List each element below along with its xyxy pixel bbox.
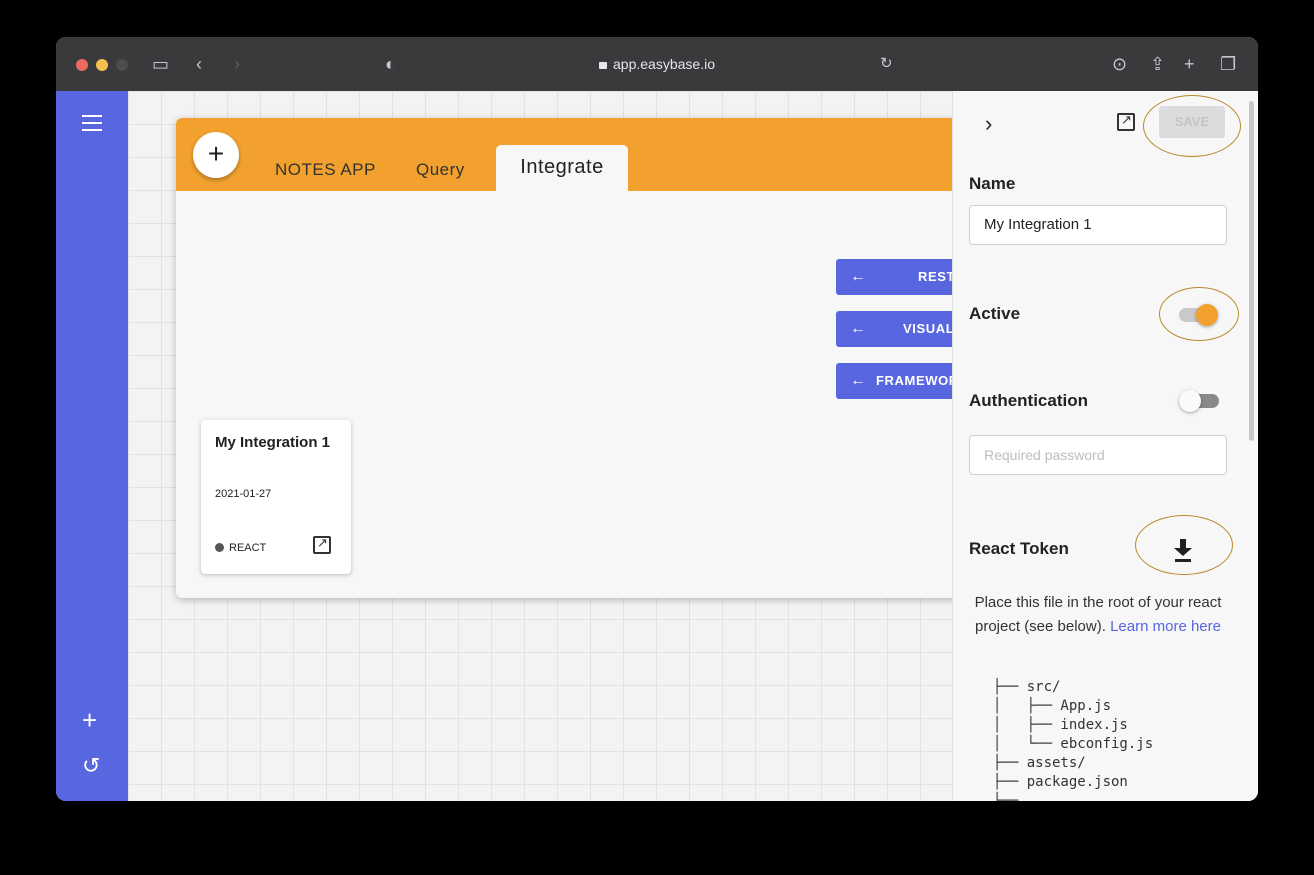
tab-query[interactable]: Query	[416, 160, 465, 180]
browser-titlebar: ▭ ‹ › ◐ app.easybase.io ↻ ⊙ ⇪ + ❐	[56, 37, 1258, 91]
arrow-left-icon: ←	[850, 372, 867, 389]
name-label: Name	[969, 174, 1016, 193]
add-button[interactable]: +	[193, 132, 239, 178]
collapse-panel-icon[interactable]: ›	[985, 111, 992, 137]
project-header: + NOTES APP Query Integrate	[176, 118, 1006, 191]
active-highlight	[1159, 287, 1239, 341]
file-tree: ├── src/│ ├── App.js │ ├── index.js │ └── …	[993, 679, 1154, 801]
authentication-toggle[interactable]	[1179, 390, 1219, 412]
token-description: Place this file in the root of your reac…	[974, 594, 1222, 635]
undo-icon[interactable]: ↺	[82, 753, 100, 779]
download-icon[interactable]: ⊙	[1112, 53, 1127, 75]
integration-card[interactable]: My Integration 1 2021-01-27 REACT	[201, 420, 351, 574]
new-tab-icon[interactable]: +	[1184, 53, 1195, 75]
authentication-label: Authentication	[969, 391, 1088, 410]
active-label: Active	[969, 304, 1021, 323]
password-input[interactable]: Required password	[969, 435, 1227, 475]
tab-notes-app[interactable]: NOTES APP	[275, 160, 376, 180]
project-card: + NOTES APP Query Integrate ← REST ← VIS…	[176, 118, 1006, 598]
name-input[interactable]: My Integration 1	[969, 205, 1227, 245]
panel-scrollbar[interactable]	[1249, 101, 1254, 441]
reload-icon[interactable]: ↻	[880, 53, 893, 75]
integration-panel: › SAVE Name My Integration 1 Active Auth…	[952, 91, 1258, 801]
integration-date: 2021-01-27	[215, 488, 272, 500]
learn-more-link[interactable]: Learn more here	[1110, 618, 1221, 635]
tab-integrate[interactable]: Integrate	[496, 145, 628, 191]
browser-window: ▭ ‹ › ◐ app.easybase.io ↻ ⊙ ⇪ + ❐ + ↺ + …	[56, 37, 1258, 801]
arrow-left-icon: ←	[850, 268, 867, 285]
download-highlight	[1135, 515, 1233, 575]
address-bar[interactable]: app.easybase.io	[56, 53, 1258, 75]
save-highlight	[1143, 95, 1241, 157]
react-token-label: React Token	[969, 539, 1069, 558]
integration-title: My Integration 1	[215, 434, 331, 451]
share-icon[interactable]: ⇪	[1150, 53, 1165, 75]
integration-framework: REACT	[215, 542, 266, 554]
tab-overview-icon[interactable]: ❐	[1220, 53, 1236, 75]
open-external-icon[interactable]	[1117, 112, 1135, 131]
react-icon	[215, 543, 224, 552]
url-text: app.easybase.io	[613, 56, 715, 72]
hamburger-icon[interactable]	[82, 115, 102, 131]
plus-icon[interactable]: +	[82, 707, 97, 733]
open-external-icon[interactable]	[313, 535, 331, 554]
arrow-left-icon: ←	[850, 320, 867, 337]
lock-icon	[599, 62, 608, 69]
left-sidebar: + ↺	[56, 91, 128, 801]
